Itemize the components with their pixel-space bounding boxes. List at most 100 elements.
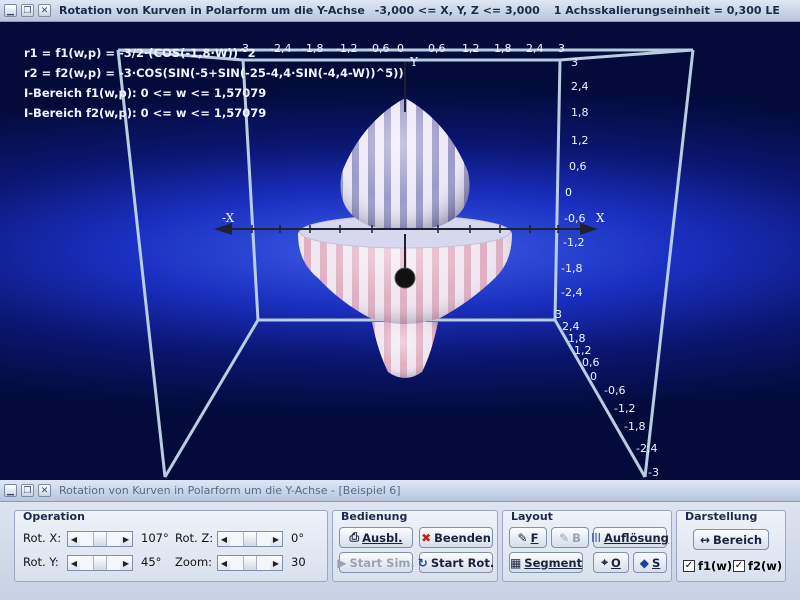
slider-thumb[interactable]: [93, 556, 107, 570]
zoom-value: 30: [291, 555, 306, 569]
rot-z-value: 0°: [291, 531, 305, 545]
window-range: -3,000 <= X, Y, Z <= 3,000: [374, 4, 540, 17]
svg-text:0: 0: [397, 42, 404, 55]
aufloesung-button[interactable]: ||| Auflösung: [591, 527, 669, 548]
svg-text:-0,6: -0,6: [368, 42, 389, 55]
main-titlebar: ▁ ❐ ✕ Rotation von Kurven in Polarform u…: [0, 0, 800, 22]
arrow-left-icon[interactable]: ◀: [68, 532, 80, 546]
o-button[interactable]: ⌖ O: [593, 552, 629, 573]
rotate-icon: ↻: [417, 555, 428, 570]
checkmark-icon[interactable]: ✓: [733, 560, 745, 572]
svg-text:-1,8: -1,8: [302, 42, 323, 55]
rot-x-value: 107°: [141, 531, 169, 545]
slider-thumb[interactable]: [243, 532, 257, 546]
info-line-range-f1: I-Bereich f1(w,p): 0 <= w <= 1,57079: [24, 86, 267, 100]
window-scale: 1 Achsskalierungseinheit = 0,300 LE: [553, 4, 780, 17]
rot-x-label: Rot. X:: [23, 531, 62, 545]
start-rot-button[interactable]: ↻ Start Rot.: [417, 552, 494, 573]
svg-text:-2,4: -2,4: [270, 42, 291, 55]
group-bedienung: Bedienung ⎙ Ausbl. ✖ Beenden ▶ Start Sim…: [332, 510, 498, 582]
z-tick-labels: 2,4 1,8 1,2 0,6 0 -0,6 -1,2 -1,8 -2,4 -3: [562, 320, 659, 479]
rot-y-value: 45°: [141, 555, 162, 569]
svg-text:-0,6: -0,6: [604, 384, 625, 397]
arrow-left-icon[interactable]: ◀: [68, 556, 80, 570]
svg-text:1,2: 1,2: [462, 42, 480, 55]
svg-text:1,8: 1,8: [494, 42, 512, 55]
slider-thumb[interactable]: [243, 556, 257, 570]
pen-icon: ✎: [517, 530, 528, 545]
info-line-r2: r2 = f2(w,p) = -3·COS(SIN(-5+SIN(-25-4,4…: [24, 66, 404, 80]
child-close-icon[interactable]: ✕: [38, 484, 51, 497]
svg-text:-1,8: -1,8: [624, 420, 645, 433]
rot-z-slider[interactable]: ◀ ▶: [217, 531, 283, 547]
segment-button[interactable]: ▦ Segment: [509, 552, 583, 573]
close-icon[interactable]: ✕: [38, 4, 51, 17]
arrow-left-icon[interactable]: ◀: [218, 532, 230, 546]
group-darstellung: Darstellung ↔ Bereich ✓ f1(w) ✓ f2(w): [676, 510, 786, 582]
group-layout: Layout ✎ F ✎ B ||| Auflösung ▦ Segment ⌖…: [502, 510, 672, 582]
svg-text:2,4: 2,4: [526, 42, 544, 55]
slider-thumb[interactable]: [93, 532, 107, 546]
minimize-icon[interactable]: ▁: [4, 4, 17, 17]
printer-icon: ⎙: [349, 530, 360, 544]
label-y: Y: [409, 55, 419, 69]
child-minimize-icon[interactable]: ▁: [4, 484, 17, 497]
close-icon: ✖: [421, 530, 432, 545]
window-title: Rotation von Kurven in Polarform um die …: [59, 4, 365, 17]
group-layout-title: Layout: [511, 510, 553, 523]
origin-marker: [394, 267, 416, 289]
svg-text:1,8: 1,8: [571, 106, 589, 119]
restore-icon[interactable]: ❐: [21, 4, 34, 17]
rot-y-slider[interactable]: ◀ ▶: [67, 555, 133, 571]
svg-text:0,6: 0,6: [569, 160, 587, 173]
f-button[interactable]: ✎ F: [509, 527, 547, 548]
arrows-horizontal-icon: ↔: [699, 532, 711, 547]
info-line-r1: r1 = f1(w,p) = -3/2·(COS(-1,8·W))^2: [24, 46, 256, 60]
zoom-slider[interactable]: ◀ ▶: [217, 555, 283, 571]
play-icon: ▶: [337, 555, 347, 570]
rot-x-slider[interactable]: ◀ ▶: [67, 531, 133, 547]
rot-y-label: Rot. Y:: [23, 555, 59, 569]
arrow-right-icon[interactable]: ▶: [270, 532, 282, 546]
b-button[interactable]: ✎ B: [551, 527, 589, 548]
svg-text:-3: -3: [648, 466, 659, 479]
bereich-button[interactable]: ↔ Bereich: [693, 529, 769, 550]
svg-text:-0,6: -0,6: [564, 212, 585, 225]
beenden-button[interactable]: ✖ Beenden: [419, 527, 493, 548]
group-operation: Operation Rot. X: ◀ ▶ 107° Rot. Z: ◀ ▶ 0…: [14, 510, 328, 582]
svg-text:-1,2: -1,2: [563, 236, 584, 249]
label-x-pos: X: [596, 211, 605, 225]
svg-text:-1,2: -1,2: [336, 42, 357, 55]
arrow-right-icon[interactable]: ▶: [270, 556, 282, 570]
checkmark-icon[interactable]: ✓: [683, 560, 695, 572]
rot-z-label: Rot. Z:: [175, 531, 214, 545]
svg-text:2,4: 2,4: [571, 80, 589, 93]
s-button[interactable]: ◆ S: [633, 552, 667, 573]
arrow-right-icon[interactable]: ▶: [120, 532, 132, 546]
start-sim-button[interactable]: ▶ Start Sim.: [337, 552, 415, 573]
crosshair-icon: ⌖: [601, 555, 608, 569]
ausbl-button[interactable]: ⎙ Ausbl.: [339, 527, 413, 548]
group-bedienung-title: Bedienung: [341, 510, 408, 523]
child-titlebar: ▁ ❐ ✕ Rotation von Kurven in Polarform u…: [0, 480, 800, 502]
f1-checkbox[interactable]: ✓ f1(w): [683, 559, 732, 573]
arrow-right-icon[interactable]: ▶: [120, 556, 132, 570]
arrow-left-icon[interactable]: ◀: [218, 556, 230, 570]
svg-text:-2,4: -2,4: [561, 286, 582, 299]
svg-text:0: 0: [565, 186, 572, 199]
info-line-range-f2: I-Bereich f2(w,p): 0 <= w <= 1,57079: [24, 106, 267, 120]
svg-text:3: 3: [571, 56, 578, 69]
f2-checkbox[interactable]: ✓ f2(w): [733, 559, 782, 573]
svg-text:-2,4: -2,4: [636, 442, 657, 455]
svg-text:0,6: 0,6: [582, 356, 600, 369]
svg-text:0,6: 0,6: [428, 42, 446, 55]
table-icon: ▦: [509, 555, 522, 570]
group-operation-title: Operation: [23, 510, 85, 523]
plot-viewport[interactable]: -X X Y -3 -2,4 -1,8 -1,2 -0,6 0 0,6 1,2 …: [0, 22, 800, 480]
control-panel: Operation Rot. X: ◀ ▶ 107° Rot. Z: ◀ ▶ 0…: [0, 502, 800, 600]
zoom-label: Zoom:: [175, 555, 213, 569]
svg-text:-1,2: -1,2: [614, 402, 635, 415]
child-restore-icon[interactable]: ❐: [21, 484, 34, 497]
svg-text:1,2: 1,2: [571, 134, 589, 147]
grid-lines-icon: |||: [591, 532, 601, 543]
